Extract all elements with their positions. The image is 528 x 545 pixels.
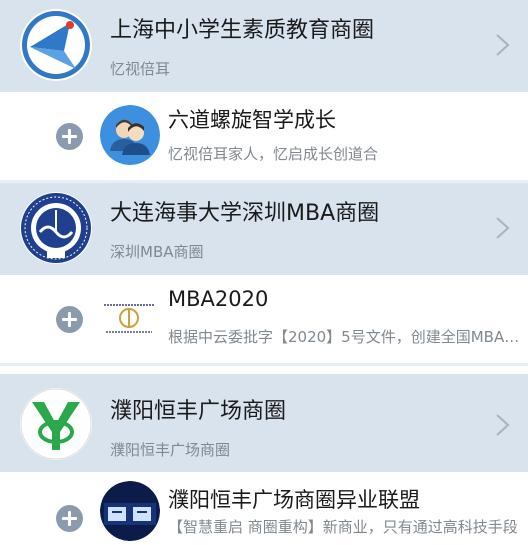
circle-title: 濮阳恒丰广场商圈 [110,399,287,424]
circle-header-3[interactable]: 濮阳恒丰广场商圈 濮阳恒丰广场商圈 [0,374,528,472]
circle-subtitle: 深圳MBA商圈 [110,243,204,261]
divider [0,363,528,366]
list-item[interactable]: MBA2020 根据中云委批字【2020】5号文件，创建全国MBA协会 [0,275,528,363]
add-icon[interactable] [56,306,83,333]
green-y-logo [20,388,92,460]
circle-header-2[interactable]: 大连海事大学深圳MBA商圈 深圳MBA商圈 [0,183,528,275]
blue-triangle-logo [20,9,92,81]
chevron-right-icon[interactable] [492,30,514,60]
circle-header-1[interactable]: 上海中小学生素质教育商圈 忆视倍耳 [0,0,528,92]
item-description: 忆视倍耳家人，忆启成长创道合 [168,145,379,163]
circle-title: 上海中小学生素质教育商圈 [110,18,375,43]
circle-subtitle: 忆视倍耳 [110,60,171,78]
list-item[interactable]: 濮阳恒丰广场商圈异业联盟 【智慧重启 商圈重构】新商业，只有通过高科技手段 [0,472,528,545]
people-avatar-icon [100,105,160,165]
chevron-right-icon[interactable] [492,213,514,243]
item-description: 根据中云委批字【2020】5号文件，创建全国MBA协会 [168,328,528,346]
hengfeng-sign-avatar [100,481,160,541]
chevron-right-icon[interactable] [492,410,514,440]
add-icon[interactable] [56,505,83,532]
university-seal-logo [20,192,92,264]
item-name: 濮阳恒丰广场商圈异业联盟 [168,488,420,512]
item-name: 六道螺旋智学成长 [168,108,336,132]
list-item[interactable]: 六道螺旋智学成长 忆视倍耳家人，忆启成长创道合 [0,92,528,180]
mba-association-logo [100,288,158,348]
circle-subtitle: 濮阳恒丰广场商圈 [110,441,231,459]
item-name: MBA2020 [168,287,269,311]
item-description: 【智慧重启 商圈重构】新商业，只有通过高科技手段 [168,518,518,536]
add-icon[interactable] [56,123,83,150]
circle-title: 大连海事大学深圳MBA商圈 [110,201,380,226]
